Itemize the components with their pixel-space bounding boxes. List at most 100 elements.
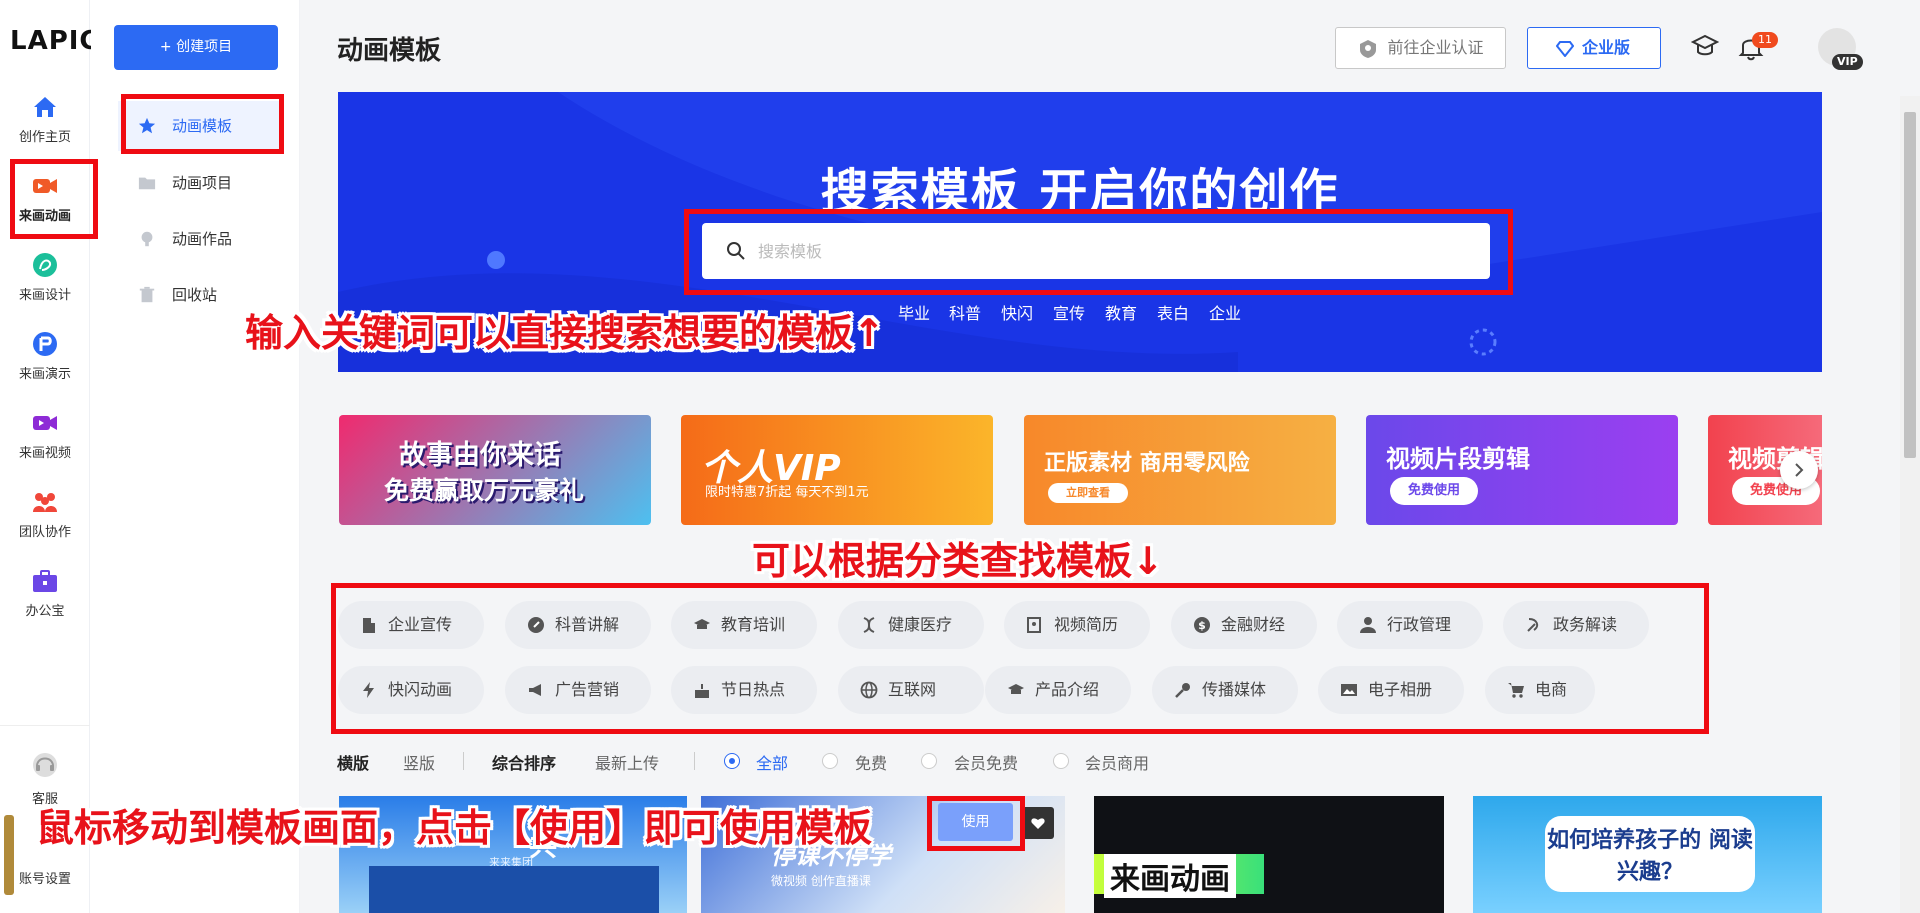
sort-latest[interactable]: 最新上传 (595, 750, 659, 774)
search-tag[interactable]: 表白 (1157, 300, 1189, 324)
search-tag[interactable]: 宣传 (1053, 300, 1085, 324)
sidebar-item-works[interactable]: 动画作品 (118, 214, 283, 264)
radio-free[interactable] (822, 753, 838, 769)
search-icon (727, 242, 745, 260)
promo-button[interactable]: 立即查看 (1048, 483, 1128, 503)
graduation-cap-icon[interactable] (1691, 33, 1719, 59)
category-label: 教育培训 (721, 615, 786, 634)
app-logo[interactable]: LAPIC (10, 26, 100, 56)
lightbulb-icon (141, 231, 153, 247)
category-chip[interactable]: 快闪动画 (338, 666, 484, 714)
headset-icon[interactable] (30, 750, 60, 780)
hammer-sickle-icon (1527, 618, 1539, 632)
create-project-button[interactable]: + 创建项目 (114, 25, 278, 70)
filter-horizontal[interactable]: 横版 (337, 750, 369, 774)
thumbnail-subtitle: 微视频 创作直播课 (771, 874, 871, 888)
chevron-right-icon (1795, 463, 1804, 477)
rail-item-home[interactable]: 创作主页 (0, 84, 90, 154)
cart-icon (1508, 683, 1524, 698)
filter-vertical[interactable]: 竖版 (403, 750, 435, 774)
app-rail: LAPIC 创作主页 来画动画 来画设计 来画演示 来画视频 团队协作 办公宝 … (0, 0, 99, 913)
category-chip[interactable]: 互联网 (838, 666, 984, 714)
price-member-free-label[interactable]: 会员免费 (954, 750, 1018, 774)
sidebar-item-label: 回收站 (172, 286, 218, 304)
dollar-icon: $ (1194, 617, 1210, 633)
category-label: 政务解读 (1553, 615, 1618, 634)
carousel-next-button[interactable] (1780, 451, 1818, 489)
radio-member-commercial[interactable] (1053, 753, 1069, 769)
promo-title: 免费赢取万元豪礼 (384, 476, 585, 505)
favorite-button[interactable] (1022, 807, 1054, 839)
enterprise-certification-button[interactable]: 前往企业认证 (1335, 27, 1506, 69)
category-label: 广告营销 (555, 680, 620, 699)
category-chip[interactable]: 教育培训 (671, 601, 817, 649)
use-template-button[interactable]: 使用 (938, 803, 1013, 841)
rail-item-label: 来画动画 (18, 209, 71, 224)
briefcase-icon (33, 570, 57, 592)
search-input[interactable] (758, 235, 1458, 267)
category-chip[interactable]: 政务解读 (1503, 601, 1649, 649)
promo-card-vip[interactable]: 个人VIP 限时特惠7折起 每天不到1元 (681, 415, 993, 525)
price-member-commercial-label[interactable]: 会员商用 (1085, 750, 1149, 774)
category-chip[interactable]: 科普讲解 (505, 601, 651, 649)
category-chip[interactable]: 产品介绍 (985, 666, 1131, 714)
category-chip[interactable]: 视频简历 (1004, 601, 1150, 649)
enterprise-version-button[interactable]: 企业版 (1527, 27, 1661, 69)
category-label: 企业宣传 (388, 615, 453, 634)
sidebar-item-label: 动画作品 (172, 230, 233, 248)
promo-card-story[interactable]: 故事由你来话 免费赢取万元豪礼 (339, 415, 651, 525)
rail-item-presentation[interactable]: 来画演示 (0, 321, 90, 391)
template-thumbnail[interactable]: 来画动画 (1094, 796, 1444, 913)
category-label: 视频简历 (1054, 615, 1119, 634)
template-search-box[interactable] (702, 223, 1490, 279)
rail-item-video[interactable]: 来画视频 (0, 400, 90, 470)
price-free-label[interactable]: 免费 (855, 750, 887, 774)
page-title: 动画模板 (337, 36, 442, 66)
category-label: 行政管理 (1387, 615, 1452, 634)
search-tag[interactable]: 科普 (949, 300, 981, 324)
promo-card-material[interactable]: 正版素材 商用零风险 立即查看 (1024, 415, 1336, 525)
presentation-icon (33, 332, 57, 356)
megaphone-icon (529, 684, 541, 696)
category-chip[interactable]: 电商 (1485, 666, 1595, 714)
category-chip[interactable]: 广告营销 (505, 666, 651, 714)
category-chip[interactable]: 健康医疗 (838, 601, 984, 649)
search-tag[interactable]: 毕业 (898, 300, 930, 324)
trash-icon (139, 286, 155, 303)
price-all-label[interactable]: 全部 (756, 750, 788, 774)
badge-icon (1360, 40, 1376, 58)
search-tag[interactable]: 快闪 (1001, 300, 1033, 324)
rail-item-label: 来画视频 (18, 446, 71, 461)
template-thumbnail[interactable]: 如何培养孩子的 阅读兴趣？ (1473, 796, 1822, 913)
sort-comprehensive[interactable]: 综合排序 (492, 750, 556, 774)
rail-item-office[interactable]: 办公宝 (0, 558, 90, 628)
rail-divider (0, 725, 90, 726)
category-chip[interactable]: 传播媒体 (1152, 666, 1298, 714)
category-label: 电商 (1535, 680, 1568, 699)
rail-item-animation[interactable]: 来画动画 (0, 163, 90, 233)
promo-button[interactable]: 免费使用 (1390, 477, 1479, 505)
thumbnail-title: 来画动画 (1104, 854, 1236, 898)
building-icon (363, 618, 375, 633)
graduation-cap-icon (1008, 684, 1024, 694)
scrollbar-thumb[interactable] (1904, 112, 1916, 458)
rail-item-label: 来画设计 (18, 288, 71, 303)
category-chip[interactable]: $ 金融财经 (1171, 601, 1317, 649)
graduation-cap-icon (694, 619, 710, 629)
category-chip[interactable]: 电子相册 (1318, 666, 1464, 714)
category-chip[interactable]: 企业宣传 (338, 601, 484, 649)
category-chip[interactable]: 行政管理 (1337, 601, 1483, 649)
radio-all[interactable] (724, 753, 740, 769)
category-chip[interactable]: 节日热点 (671, 666, 817, 714)
sidebar-item-projects[interactable]: 动画项目 (118, 158, 283, 208)
category-label: 健康医疗 (888, 615, 953, 634)
radio-member-free[interactable] (921, 753, 937, 769)
search-tag[interactable]: 企业 (1209, 300, 1241, 324)
filter-divider (694, 752, 695, 770)
category-label: 传播媒体 (1202, 680, 1267, 699)
rail-item-team[interactable]: 团队协作 (0, 479, 90, 549)
sidebar-item-templates[interactable]: 动画模板 (118, 101, 283, 151)
promo-card-clip[interactable]: 视频片段剪辑 免费使用 (1366, 415, 1678, 525)
rail-item-design[interactable]: 来画设计 (0, 242, 90, 312)
search-tag[interactable]: 教育 (1105, 300, 1137, 324)
